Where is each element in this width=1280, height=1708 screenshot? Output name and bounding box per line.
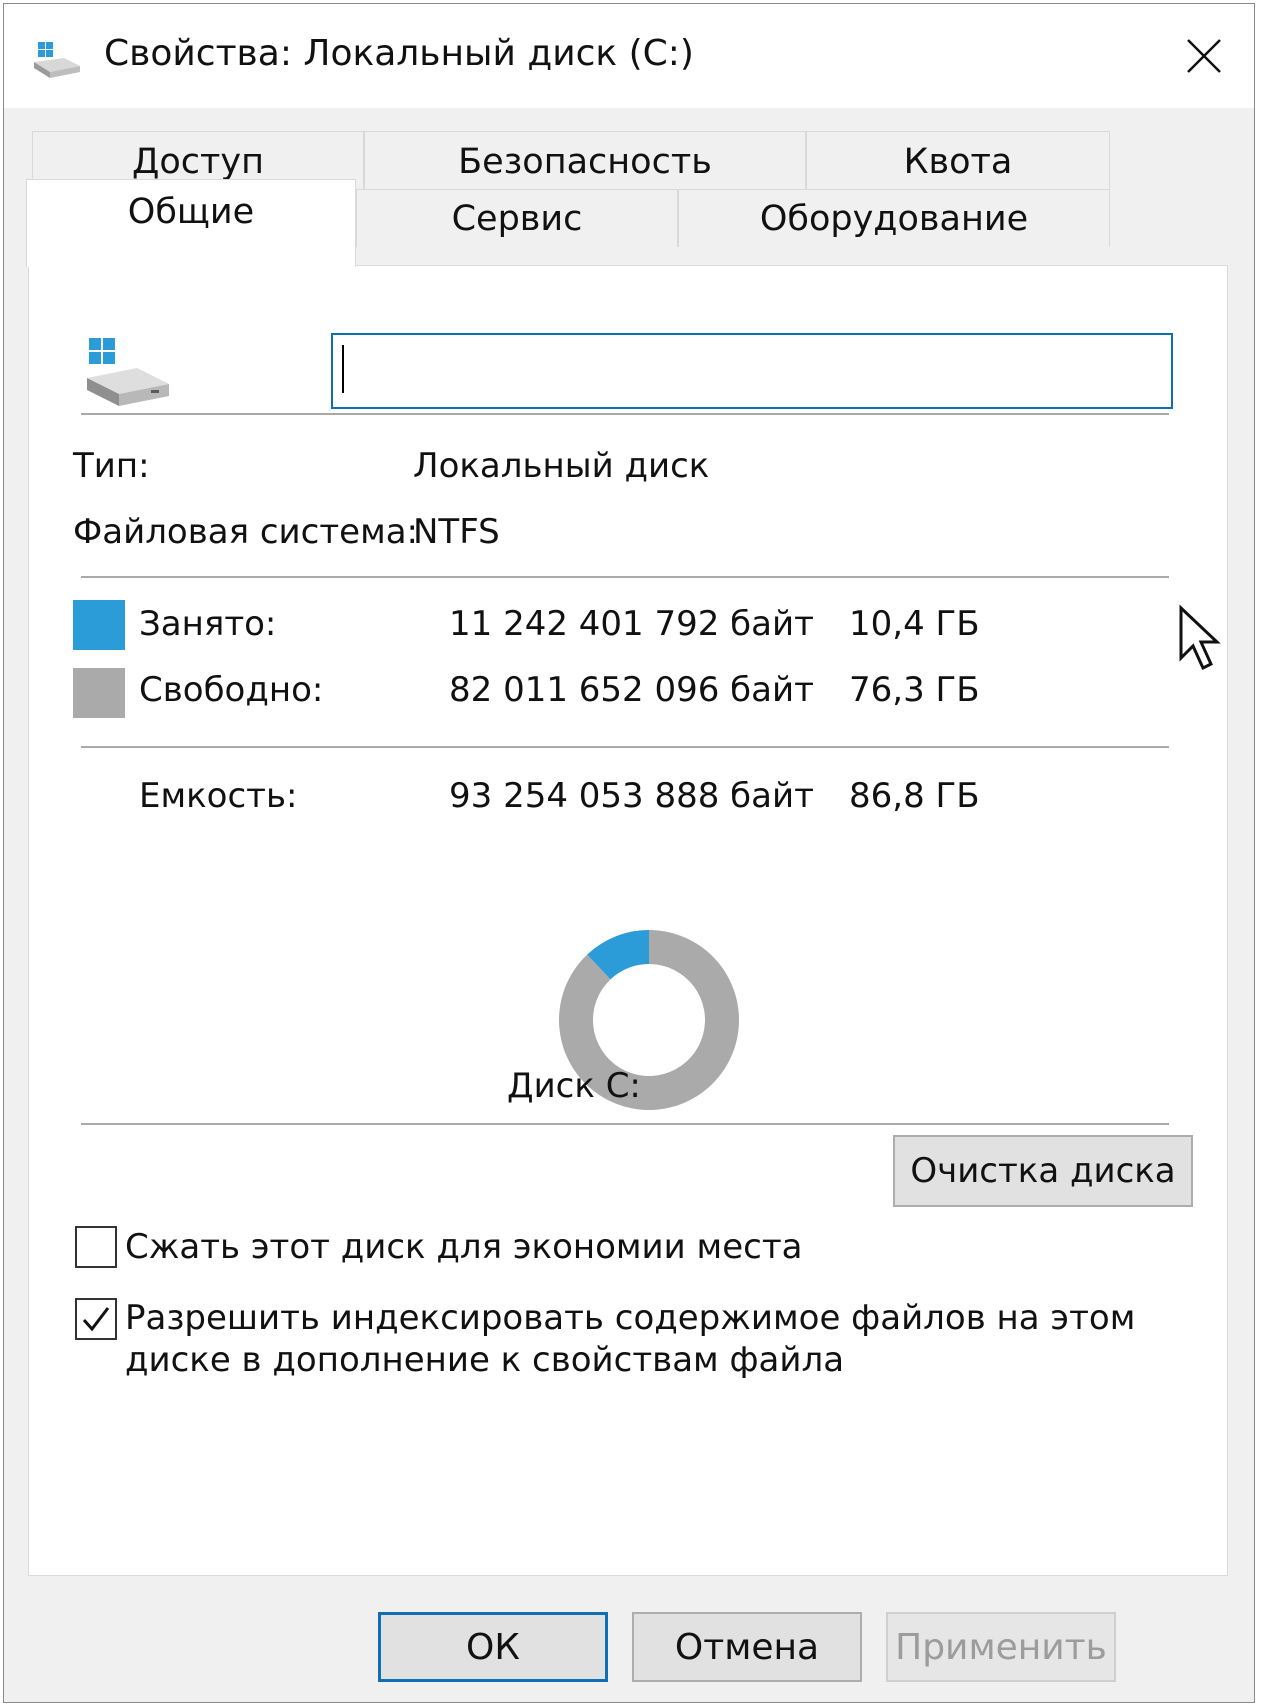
drive-icon	[87, 338, 169, 406]
compress-label: Сжать этот диск для экономии места	[125, 1227, 803, 1267]
index-label-line1: Разрешить индексировать содержимое файло…	[125, 1298, 1136, 1338]
index-label-line2: диске в дополнение к свойствам файла	[125, 1340, 845, 1380]
close-icon	[1187, 39, 1221, 73]
tab-service[interactable]: Сервис	[356, 189, 678, 247]
mouse-pointer-icon	[1179, 604, 1221, 671]
divider	[81, 576, 1169, 578]
divider	[81, 413, 1169, 415]
filesystem-value: NTFS	[413, 512, 500, 552]
checkmark-icon	[82, 1307, 110, 1332]
used-size: 10,4 ГБ	[849, 604, 980, 644]
cancel-button[interactable]: Отмена	[632, 1612, 862, 1682]
free-bytes: 82 011 652 096 байт	[449, 670, 814, 710]
apply-button[interactable]: Применить	[886, 1612, 1116, 1682]
drive-name-input[interactable]	[331, 333, 1173, 409]
type-value: Локальный диск	[413, 446, 710, 486]
title-bar: Свойства: Локальный диск (C:)	[4, 4, 1254, 108]
free-color-swatch	[73, 668, 125, 718]
free-label: Свободно:	[139, 670, 324, 710]
properties-dialog: Свойства: Локальный диск (C:) Доступ Без…	[3, 3, 1255, 1703]
tab-panel-general: Тип: Локальный диск Файловая система: NT…	[28, 265, 1228, 1576]
free-size: 76,3 ГБ	[849, 670, 980, 710]
tab-hardware[interactable]: Оборудование	[678, 189, 1110, 247]
divider	[81, 746, 1169, 748]
compress-checkbox[interactable]	[75, 1226, 117, 1268]
capacity-label: Емкость:	[139, 776, 298, 816]
drive-icon	[34, 42, 80, 78]
tab-general[interactable]: Общие	[26, 179, 356, 267]
filesystem-label: Файловая система:	[73, 512, 419, 552]
tab-quota[interactable]: Квота	[806, 131, 1110, 191]
capacity-bytes: 93 254 053 888 байт	[449, 776, 814, 816]
close-button[interactable]	[1172, 26, 1236, 86]
window-title: Свойства: Локальный диск (C:)	[104, 33, 694, 74]
disk-cleanup-button[interactable]: Очистка диска	[893, 1135, 1193, 1207]
disk-label: Диск C:	[507, 1066, 641, 1106]
used-color-swatch	[73, 600, 125, 650]
text-caret	[342, 345, 344, 393]
ok-button[interactable]: ОК	[378, 1612, 608, 1682]
divider	[81, 1123, 1169, 1125]
capacity-size: 86,8 ГБ	[849, 776, 980, 816]
index-checkbox[interactable]	[75, 1298, 117, 1340]
tab-security[interactable]: Безопасность	[364, 131, 806, 191]
used-bytes: 11 242 401 792 байт	[449, 604, 814, 644]
used-label: Занято:	[139, 604, 277, 644]
type-label: Тип:	[73, 446, 150, 486]
